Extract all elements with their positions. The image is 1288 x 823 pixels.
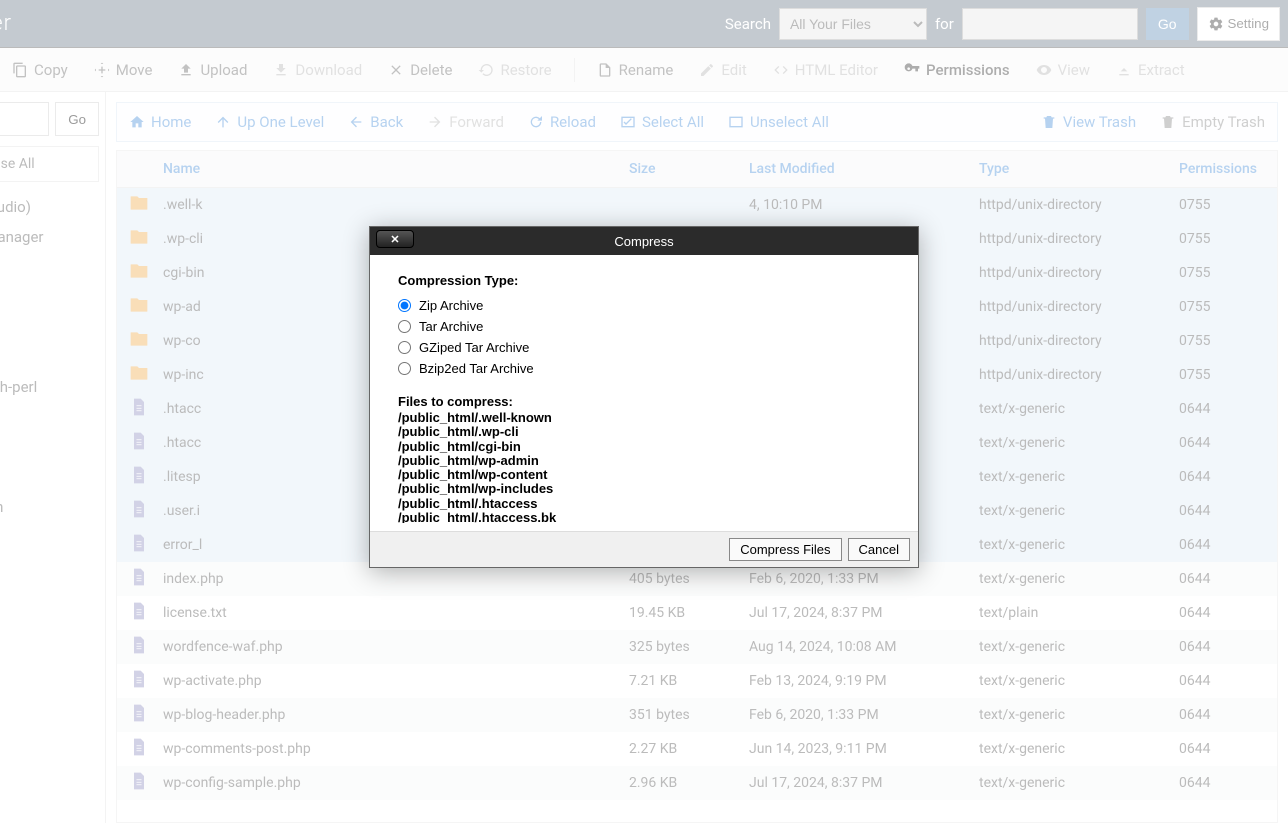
list-item: /public_html/wp-admin bbox=[398, 454, 890, 468]
list-item: /public_html/cgi-bin bbox=[398, 440, 890, 454]
cancel-button[interactable]: Cancel bbox=[848, 538, 910, 561]
dialog-title: Compress bbox=[614, 234, 673, 249]
list-item: /public_html/.htaccess.bk bbox=[398, 511, 890, 523]
option-zip[interactable]: Zip Archive bbox=[398, 298, 890, 313]
list-item: /public_html/wp-includes bbox=[398, 482, 890, 496]
compress-files-button[interactable]: Compress Files bbox=[729, 538, 841, 561]
compression-type-label: Compression Type: bbox=[398, 273, 890, 288]
list-item: /public_html/wp-content bbox=[398, 468, 890, 482]
compress-dialog: ✕ Compress Compression Type: Zip Archive… bbox=[369, 226, 919, 568]
list-item: /public_html/.well-known bbox=[398, 411, 890, 425]
modal-overlay: ✕ Compress Compression Type: Zip Archive… bbox=[0, 0, 1288, 823]
option-gzip[interactable]: GZiped Tar Archive bbox=[398, 340, 890, 355]
list-item: /public_html/.wp-cli bbox=[398, 425, 890, 439]
app-root: ger Search All Your Files for Go Setting… bbox=[0, 0, 1288, 823]
option-bzip2[interactable]: Bzip2ed Tar Archive bbox=[398, 361, 890, 376]
files-to-compress-label: Files to compress: bbox=[398, 394, 890, 409]
dialog-titlebar: ✕ Compress bbox=[370, 227, 918, 255]
dialog-footer: Compress Files Cancel bbox=[370, 531, 918, 567]
list-item: /public_html/.htaccess bbox=[398, 497, 890, 511]
close-icon[interactable]: ✕ bbox=[376, 230, 414, 248]
files-to-compress-list: /public_html/.well-known/public_html/.wp… bbox=[398, 411, 890, 523]
option-tar[interactable]: Tar Archive bbox=[398, 319, 890, 334]
